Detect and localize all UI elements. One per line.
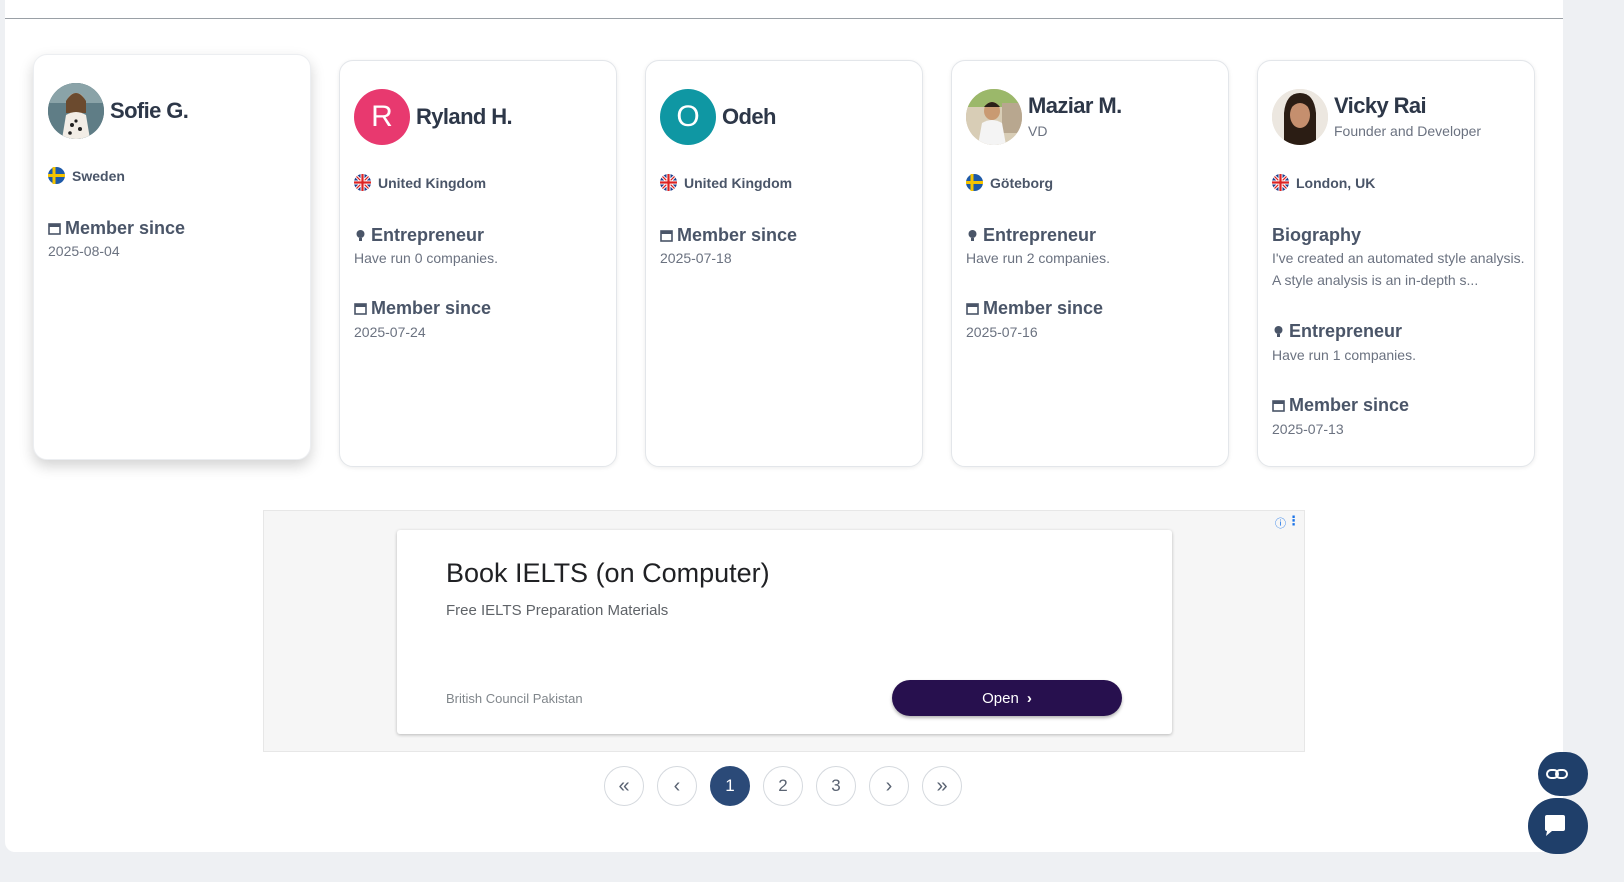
member-name[interactable]: Ryland H. (416, 104, 513, 130)
next-page-button[interactable]: › (869, 766, 909, 806)
member-since-date: 2025-07-16 (966, 324, 1038, 340)
entrepreneur-text: Have run 1 companies. (1272, 347, 1416, 363)
sweden-flag-icon (966, 174, 983, 191)
location: Sweden (48, 167, 125, 184)
ad-description: Free IELTS Preparation Materials (446, 602, 669, 619)
member-since-date: 2025-07-13 (1272, 421, 1344, 437)
uk-flag-icon (660, 174, 677, 191)
location: Göteborg (966, 174, 1053, 191)
member-since-date: 2025-07-24 (354, 324, 426, 340)
entrepreneur-title: Entrepreneur (1272, 321, 1402, 342)
page-2-button[interactable]: 2 (763, 766, 803, 806)
chat-button[interactable] (1528, 798, 1588, 854)
member-name[interactable]: Maziar M. (1028, 93, 1122, 119)
biography-title: Biography (1272, 225, 1362, 245)
avatar (966, 89, 1022, 145)
avatar: O (660, 89, 716, 145)
calendar-icon (660, 230, 673, 242)
uk-flag-icon (1272, 174, 1289, 191)
avatar (48, 83, 104, 139)
calendar-icon (966, 303, 979, 315)
member-since-title: Member since (1272, 395, 1409, 416)
ad-title[interactable]: Book IELTS (on Computer) (446, 558, 770, 589)
member-card-odeh[interactable]: O Odeh United Kingdom Member since 2025-… (645, 60, 923, 467)
location-text: Sweden (72, 167, 125, 184)
biography-line-2: A style analysis is an in-depth s... (1272, 272, 1479, 288)
location: United Kingdom (354, 174, 486, 191)
member-name[interactable]: Odeh (722, 104, 776, 130)
calendar-icon (354, 303, 367, 315)
member-since-title: Member since (660, 225, 797, 246)
chevron-right-icon: › (1026, 689, 1032, 707)
location: United Kingdom (660, 174, 792, 191)
lightbulb-icon (968, 230, 977, 241)
member-name[interactable]: Vicky Rai (1334, 93, 1427, 119)
member-since-title: Member since (966, 298, 1103, 319)
top-divider (5, 18, 1563, 19)
biography-line-1: I've created an automated style analysis… (1272, 250, 1525, 266)
calendar-icon (48, 223, 61, 235)
advertisement[interactable]: ⓘ ⋮ Book IELTS (on Computer) Free IELTS … (263, 510, 1305, 752)
prev-page-button[interactable]: ‹ (657, 766, 697, 806)
member-card-ryland[interactable]: R Ryland H. United Kingdom Entrepreneur … (339, 60, 617, 467)
first-page-button[interactable]: « (604, 766, 644, 806)
location-text: United Kingdom (378, 174, 487, 191)
member-card-vicky[interactable]: Vicky Rai Founder and Developer London, … (1257, 60, 1535, 467)
avatar-letter: O (676, 100, 700, 133)
avatar: R (354, 89, 410, 145)
chat-icon (1545, 815, 1565, 836)
member-since-date: 2025-08-04 (48, 243, 120, 259)
ad-open-button[interactable]: Open › (892, 680, 1122, 716)
member-subtitle: Founder and Developer (1334, 123, 1482, 139)
avatar-letter: R (371, 100, 393, 133)
page-3-button[interactable]: 3 (816, 766, 856, 806)
lightbulb-icon (356, 230, 365, 241)
entrepreneur-text: Have run 2 companies. (966, 250, 1110, 266)
entrepreneur-title: Entrepreneur (354, 225, 484, 246)
ad-card[interactable]: Book IELTS (on Computer) Free IELTS Prep… (397, 530, 1172, 734)
member-since-title: Member since (48, 218, 185, 239)
member-name[interactable]: Sofie G. (110, 98, 189, 124)
member-card-maziar[interactable]: Maziar M. VD Göteborg Entrepreneur Have … (951, 60, 1229, 467)
entrepreneur-title: Entrepreneur (966, 225, 1096, 246)
location-text: Göteborg (990, 174, 1053, 191)
location-text: London, UK (1296, 174, 1376, 191)
entrepreneur-text: Have run 0 companies. (354, 250, 498, 266)
member-card-sofie[interactable]: Sofie G. Sweden Member since 2025-08-04 (33, 54, 311, 460)
ad-advertiser: British Council Pakistan (446, 691, 583, 706)
floating-link-button[interactable] (1538, 752, 1588, 796)
location: London, UK (1272, 174, 1375, 191)
sweden-flag-icon (48, 167, 65, 184)
location-text: United Kingdom (684, 174, 793, 191)
ad-menu-icon[interactable]: ⋮ (1287, 513, 1300, 529)
last-page-button[interactable]: » (922, 766, 962, 806)
avatar (1272, 89, 1328, 145)
member-subtitle: VD (1028, 123, 1048, 139)
member-since-date: 2025-07-18 (660, 250, 732, 266)
lightbulb-icon (1274, 326, 1283, 337)
link-icon (1546, 769, 1568, 779)
page-1-button[interactable]: 1 (710, 766, 750, 806)
ad-info-icon[interactable]: ⓘ (1275, 515, 1286, 531)
member-since-title: Member since (354, 298, 491, 319)
pagination: « ‹ 1 2 3 › » (604, 766, 975, 806)
calendar-icon (1272, 400, 1285, 412)
uk-flag-icon (354, 174, 371, 191)
